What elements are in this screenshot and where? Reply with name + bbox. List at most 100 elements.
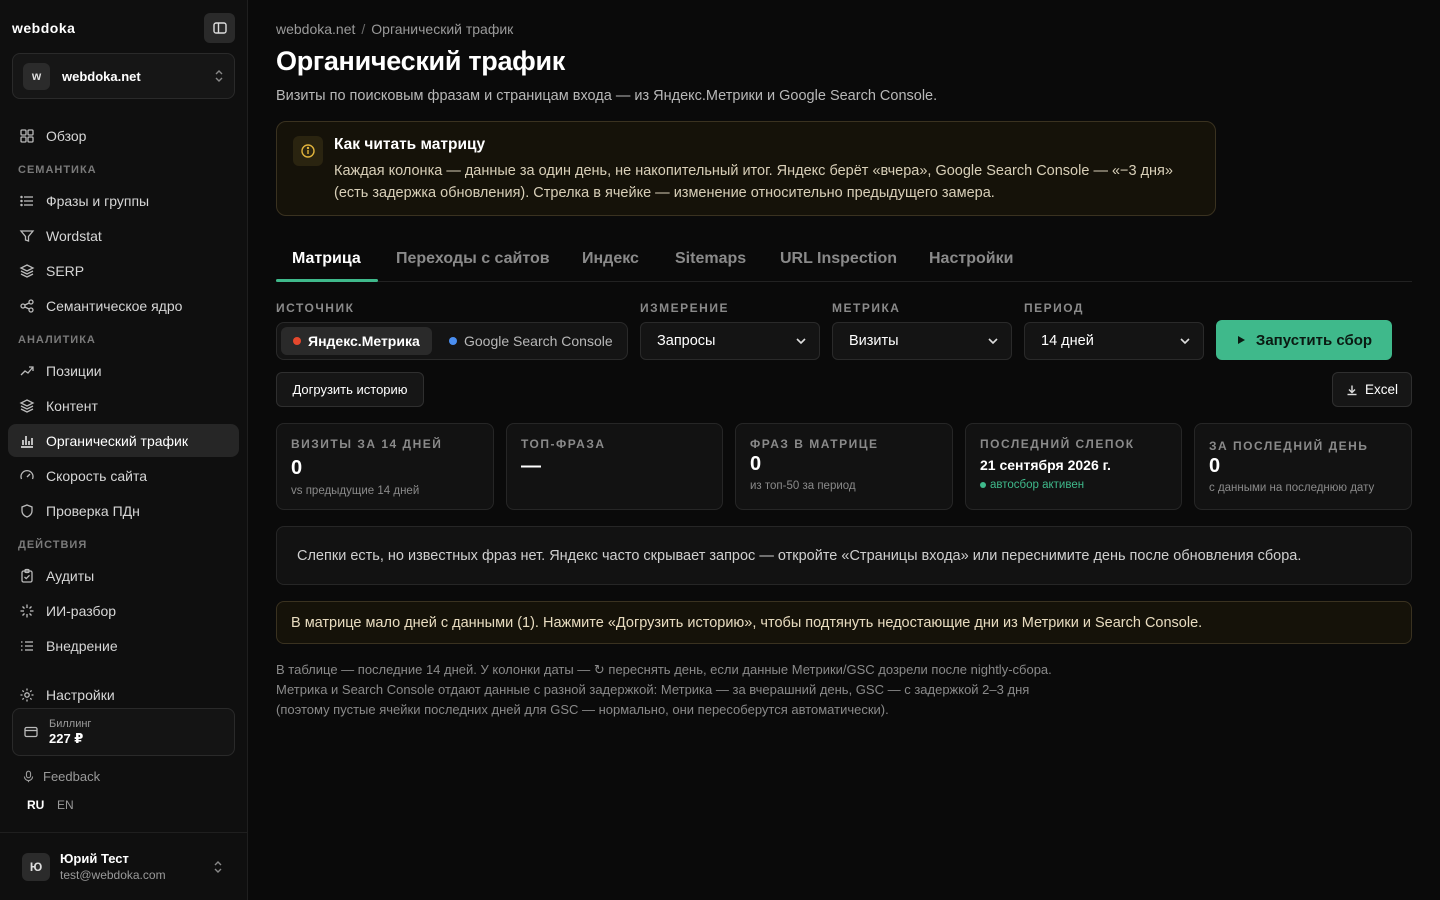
credit-card-icon [24,726,38,738]
avatar: Ю [22,852,50,881]
sidebar-item-organic-traffic[interactable]: Органический трафик [8,424,239,457]
share-nodes-icon [20,298,34,313]
stat-sub: с данными на последнюю дату [1209,482,1375,494]
breadcrumb-separator: / [361,21,366,37]
chevron-updown-icon [213,860,223,874]
tab-index[interactable]: Индекс [582,250,639,268]
run-collection-label: Запустить сбор [1255,331,1373,349]
run-collection-button[interactable]: Запустить сбор [1216,320,1392,360]
sidebar-item-label: Позиции [46,362,102,379]
stat-card-visits: ВИЗИТЫ ЗА 14 ДНЕЙ 0 vs предыдущие 14 дне… [276,423,494,510]
sidebar-item-speed[interactable]: Скорость сайта [8,459,239,492]
sidebar-item-core[interactable]: Семантическое ядро [8,289,239,322]
filter-icon [19,229,35,242]
source-google-option[interactable]: Google Search Console [437,327,625,355]
page-subtitle: Визиты по поисковым фразам и страницам в… [276,88,938,104]
metric-value: Визиты [849,333,899,349]
sidebar-item-label: Внедрение [46,637,118,654]
brand-logo[interactable]: webdoka [12,20,75,36]
google-dot-icon [449,337,457,345]
sidebar-item-ai[interactable]: ИИ-разбор [8,594,239,627]
yandex-dot-icon [293,337,301,345]
sidebar-item-label: Контент [46,397,98,414]
source-yandex-label: Яндекс.Метрика [308,333,420,349]
sidebar-item-positions[interactable]: Позиции [8,354,239,387]
tab-matrix[interactable]: Матрица [292,250,361,268]
stat-sub: автосбор активен [990,479,1085,491]
dimension-label: ИЗМЕРЕНИЕ [640,301,729,315]
site-avatar: w [23,62,50,90]
lang-en-button[interactable]: EN [57,798,74,812]
stat-label: ТОП-ФРАЗА [521,437,606,451]
source-yandex-option[interactable]: Яндекс.Метрика [281,327,432,355]
tab-url-inspection[interactable]: URL Inspection [780,250,897,268]
sidebar-item-audits[interactable]: Аудиты [8,559,239,592]
user-name: Юрий Тест [60,851,129,866]
footnote-line: В таблице — последние 14 дней. У колонки… [276,662,1052,677]
chevron-updown-icon [214,69,224,83]
user-menu[interactable]: Ю Юрий Тест test@webdoka.com [0,832,247,900]
info-title: Как читать матрицу [334,136,486,153]
tab-settings[interactable]: Настройки [929,250,1013,268]
sidebar-item-phrases[interactable]: Фразы и группы [8,184,239,217]
mic-icon [23,770,34,783]
stat-value: — [521,455,541,477]
dimension-value: Запросы [657,333,716,349]
nav-section-semantics: СЕМАНТИКА [18,164,97,176]
load-history-button[interactable]: Догрузить историю [276,372,424,407]
sidebar-item-label: Настройки [46,686,115,703]
sidebar-item-wordstat[interactable]: Wordstat [8,219,239,252]
stat-sub: из топ-50 за период [750,480,856,492]
source-label: ИСТОЧНИК [276,301,355,315]
sidebar-item-label: Обзор [46,127,87,144]
sidebar-item-implementation[interactable]: Внедрение [8,629,239,662]
sidebar-item-label: Семантическое ядро [46,297,183,314]
metric-label: МЕТРИКА [832,301,901,315]
sidebar-item-pdn[interactable]: Проверка ПДн [8,494,239,527]
checklist-icon [21,640,33,651]
metric-select[interactable]: Визиты [832,322,1012,360]
stat-label: ФРАЗ В МАТРИЦЕ [750,437,879,451]
sidebar-panel-icon [212,22,227,34]
sidebar-item-label: Фразы и группы [46,192,150,209]
tab-sitemaps[interactable]: Sitemaps [675,250,746,268]
feedback-label: Feedback [43,769,101,784]
autocollect-status: автосбор активен [980,479,1084,491]
nav-section-analytics: АНАЛИТИКА [18,334,96,346]
billing-balance: 227 ₽ [49,730,84,746]
user-email: test@webdoka.com [60,868,166,882]
source-switch: Яндекс.Метрика Google Search Console [276,322,628,360]
sidebar-item-label: SERP [46,262,85,279]
stat-card-phrases: ФРАЗ В МАТРИЦЕ 0 из топ-50 за период [735,423,953,510]
sidebar-item-settings[interactable]: Настройки [8,678,239,711]
stat-card-top-phrase: ТОП-ФРАЗА — [506,423,723,510]
billing-card[interactable]: Биллинг 227 ₽ [12,708,235,756]
lang-ru-button[interactable]: RU [27,798,44,812]
site-selector[interactable]: w webdoka.net [12,53,235,99]
info-callout: Как читать матрицу Каждая колонка — данн… [276,121,1216,216]
gear-icon [20,688,34,701]
excel-label: Excel [1364,382,1398,397]
chevron-down-icon [796,338,806,345]
dimension-select[interactable]: Запросы [640,322,820,360]
tab-referrals[interactable]: Переходы с сайтов [396,250,550,268]
period-select[interactable]: 14 дней [1024,322,1204,360]
page-title: Органический трафик [276,46,565,76]
status-dot-icon [980,482,986,488]
layers-icon [19,263,35,278]
footnote: В таблице — последние 14 дней. У колонки… [276,660,1052,720]
site-name: webdoka.net [62,68,141,84]
stat-card-last-day: ЗА ПОСЛЕДНИЙ ДЕНЬ 0 с данными на последн… [1194,423,1412,510]
sidebar-toggle-button[interactable] [204,13,235,43]
breadcrumb-site-link[interactable]: webdoka.net [276,21,355,37]
sidebar-item-serp[interactable]: SERP [8,254,239,287]
sidebar-item-overview[interactable]: Обзор [8,119,239,152]
excel-export-button[interactable]: Excel [1332,372,1412,407]
sidebar-item-label: Скорость сайта [46,467,147,484]
feedback-link[interactable]: Feedback [22,769,100,784]
stat-value: 21 сентября 2026 г. [980,457,1111,473]
stat-value: 0 [750,453,762,475]
sparkle-icon [20,604,34,617]
sidebar-item-content[interactable]: Контент [8,389,239,422]
list-icon [20,195,33,206]
